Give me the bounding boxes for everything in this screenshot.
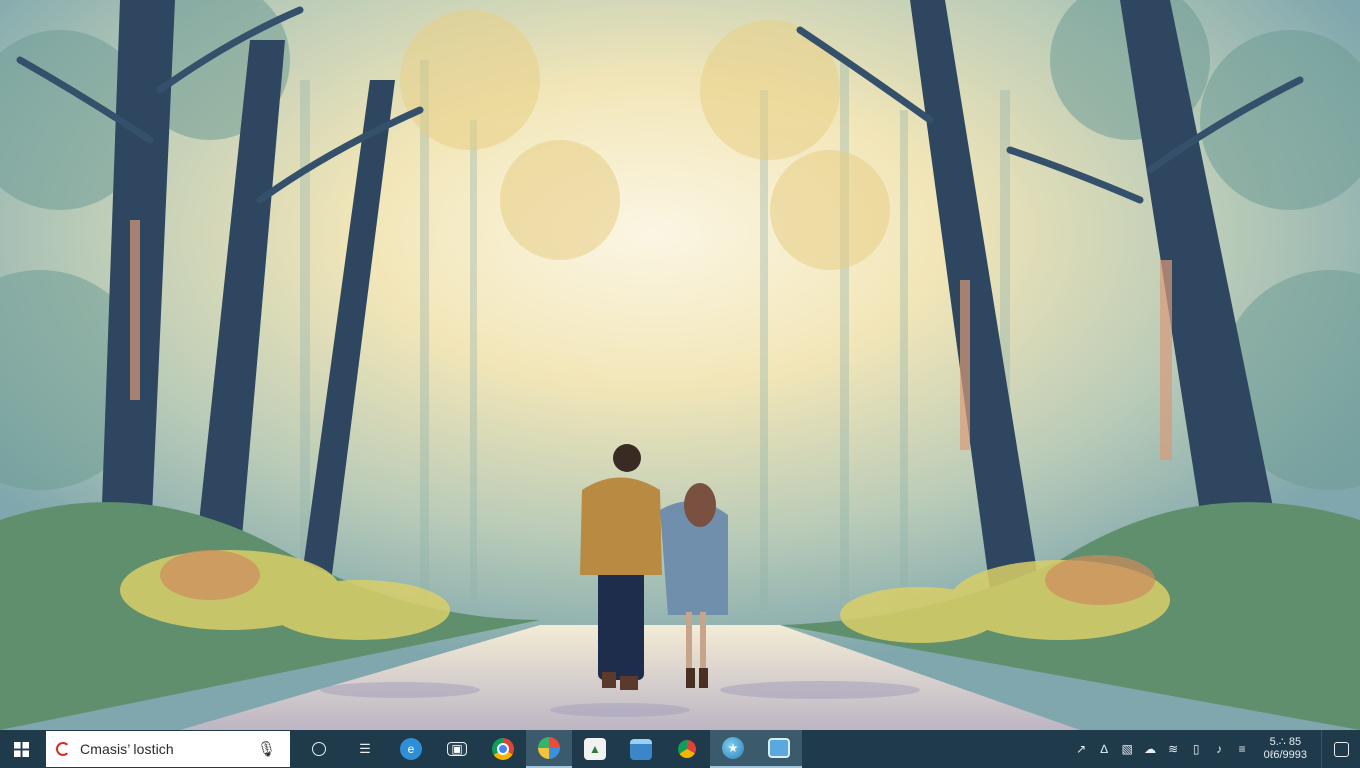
language-icon[interactable]: ≡ bbox=[1231, 742, 1254, 756]
network-icon[interactable]: ∆ bbox=[1093, 742, 1116, 756]
search-input-text[interactable]: Cmasis’ lostich bbox=[80, 741, 174, 757]
battery-icon[interactable]: ▯ bbox=[1185, 742, 1208, 756]
chrome-alt-icon bbox=[678, 740, 696, 758]
taskbar-item-edge[interactable]: e bbox=[388, 730, 434, 768]
volume-icon[interactable]: ♪ bbox=[1208, 742, 1231, 756]
cloud-icon[interactable]: ☁ bbox=[1139, 742, 1162, 756]
globe-icon: ★ bbox=[722, 737, 744, 759]
taskbar-item-media[interactable]: ▣ bbox=[434, 730, 480, 768]
notification-icon bbox=[1333, 741, 1349, 757]
windows-logo-icon bbox=[13, 741, 29, 757]
taskbar-item-explorer[interactable] bbox=[618, 730, 664, 768]
clock-time: 5.∴ 85 bbox=[1269, 736, 1302, 748]
app-icon: ▲ bbox=[584, 738, 606, 760]
clock-date: 0ℓ6/9993 bbox=[1263, 749, 1307, 761]
taskbar-item-globe[interactable]: ★ bbox=[710, 730, 756, 768]
taskbar-search-box[interactable]: Cmasis’ lostich 🎙 bbox=[46, 731, 290, 767]
taskbar-item-chrome[interactable] bbox=[480, 730, 526, 768]
taskbar: Cmasis’ lostich 🎙 ☰ e ▣ ▲ ★ ↗ ∆ ▧ ☁ ≋ ▯ … bbox=[0, 730, 1360, 768]
wifi-icon[interactable]: ≋ bbox=[1162, 742, 1185, 756]
security-icon[interactable]: ▧ bbox=[1116, 742, 1139, 756]
chrome-icon bbox=[492, 738, 514, 760]
system-tray: ↗ ∆ ▧ ☁ ≋ ▯ ♪ ≡ 5.∴ 85 0ℓ6/9993 bbox=[1070, 730, 1360, 768]
media-icon: ▣ bbox=[447, 742, 467, 756]
paint-icon bbox=[538, 737, 560, 759]
photos-icon bbox=[768, 738, 790, 758]
taskbar-item-paint[interactable] bbox=[526, 730, 572, 768]
desktop-wallpaper bbox=[0, 0, 1360, 730]
microphone-icon[interactable]: 🎙 bbox=[257, 740, 276, 758]
taskbar-item-app[interactable]: ▲ bbox=[572, 730, 618, 768]
search-logo-icon bbox=[56, 742, 70, 756]
action-center-button[interactable] bbox=[1321, 730, 1360, 768]
store-icon: ☰ bbox=[359, 741, 371, 756]
explorer-icon bbox=[630, 738, 652, 760]
taskbar-item-store[interactable]: ☰ bbox=[342, 730, 388, 768]
taskbar-item-chrome-alt[interactable] bbox=[664, 730, 710, 768]
edge-icon: e bbox=[400, 738, 422, 760]
task-view-icon bbox=[312, 742, 326, 756]
taskbar-item-photos[interactable] bbox=[756, 730, 802, 768]
taskbar-pinned-apps: ☰ e ▣ ▲ ★ bbox=[296, 730, 802, 768]
show-hidden-icons-icon[interactable]: ↗ bbox=[1070, 742, 1093, 756]
task-view-button[interactable] bbox=[296, 730, 342, 768]
start-button[interactable] bbox=[0, 730, 42, 768]
clock[interactable]: 5.∴ 85 0ℓ6/9993 bbox=[1264, 736, 1307, 762]
